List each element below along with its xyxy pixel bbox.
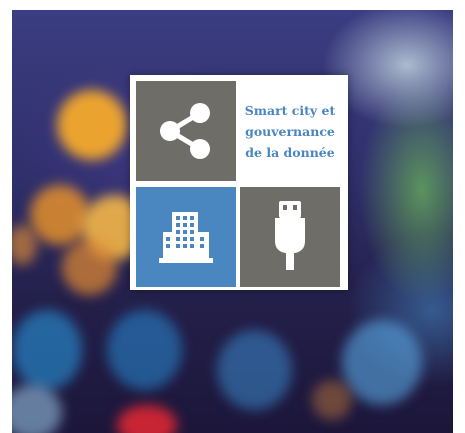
share-icon	[160, 103, 210, 159]
usb-plug-icon	[275, 201, 305, 270]
bokeh-light	[117, 405, 177, 433]
tagline-tile: Smart city et gouvernance de la donnée	[240, 81, 340, 181]
bokeh-light	[12, 310, 82, 390]
bokeh-light	[312, 380, 352, 420]
bokeh-light	[342, 320, 422, 405]
building-icon	[159, 212, 213, 263]
building-tile	[136, 187, 236, 287]
share-tile	[136, 81, 236, 181]
bokeh-light	[57, 90, 127, 160]
usb-tile	[240, 187, 340, 287]
bokeh-light	[217, 330, 292, 410]
tagline-text: Smart city et gouvernance de la donnée	[244, 102, 336, 160]
bokeh-light	[12, 225, 37, 265]
logo-tile-panel: Smart city et gouvernance de la donnée	[130, 75, 348, 290]
bokeh-light	[62, 240, 117, 295]
bokeh-light	[12, 385, 62, 433]
bokeh-light	[30, 185, 90, 245]
scene: Smart city et gouvernance de la donnée	[0, 0, 465, 433]
bokeh-light	[107, 310, 182, 390]
